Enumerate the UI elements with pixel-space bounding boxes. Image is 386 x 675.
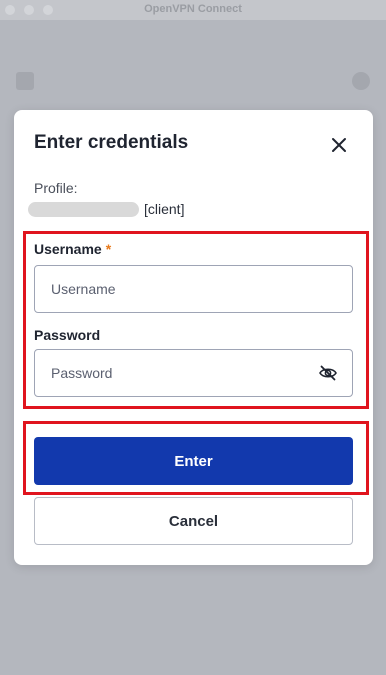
credentials-dialog: Enter credentials Profile: [client] User… — [14, 110, 373, 565]
dialog-title: Enter credentials — [34, 132, 189, 153]
toggle-password-visibility-button[interactable] — [318, 363, 338, 383]
menu-icon — [16, 72, 34, 90]
username-label-text: Username — [34, 241, 102, 257]
required-marker: * — [105, 241, 112, 257]
profile-redacted-name — [28, 201, 139, 217]
username-label: Username * — [34, 241, 111, 257]
eye-off-icon — [319, 365, 337, 381]
help-icon — [352, 72, 370, 90]
password-label: Password — [34, 327, 101, 343]
profile-suffix: [client] — [144, 201, 185, 217]
username-input[interactable] — [34, 265, 353, 313]
window-title: OpenVPN Connect — [144, 3, 242, 15]
cancel-button[interactable]: Cancel — [34, 497, 353, 545]
profile-label: Profile: — [34, 180, 78, 196]
close-button[interactable] — [328, 134, 350, 156]
password-input[interactable] — [34, 349, 353, 397]
close-icon — [332, 138, 346, 152]
profile-name: [client] — [28, 199, 184, 219]
enter-button[interactable]: Enter — [34, 437, 353, 485]
window-titlebar: OpenVPN Connect — [0, 0, 386, 20]
